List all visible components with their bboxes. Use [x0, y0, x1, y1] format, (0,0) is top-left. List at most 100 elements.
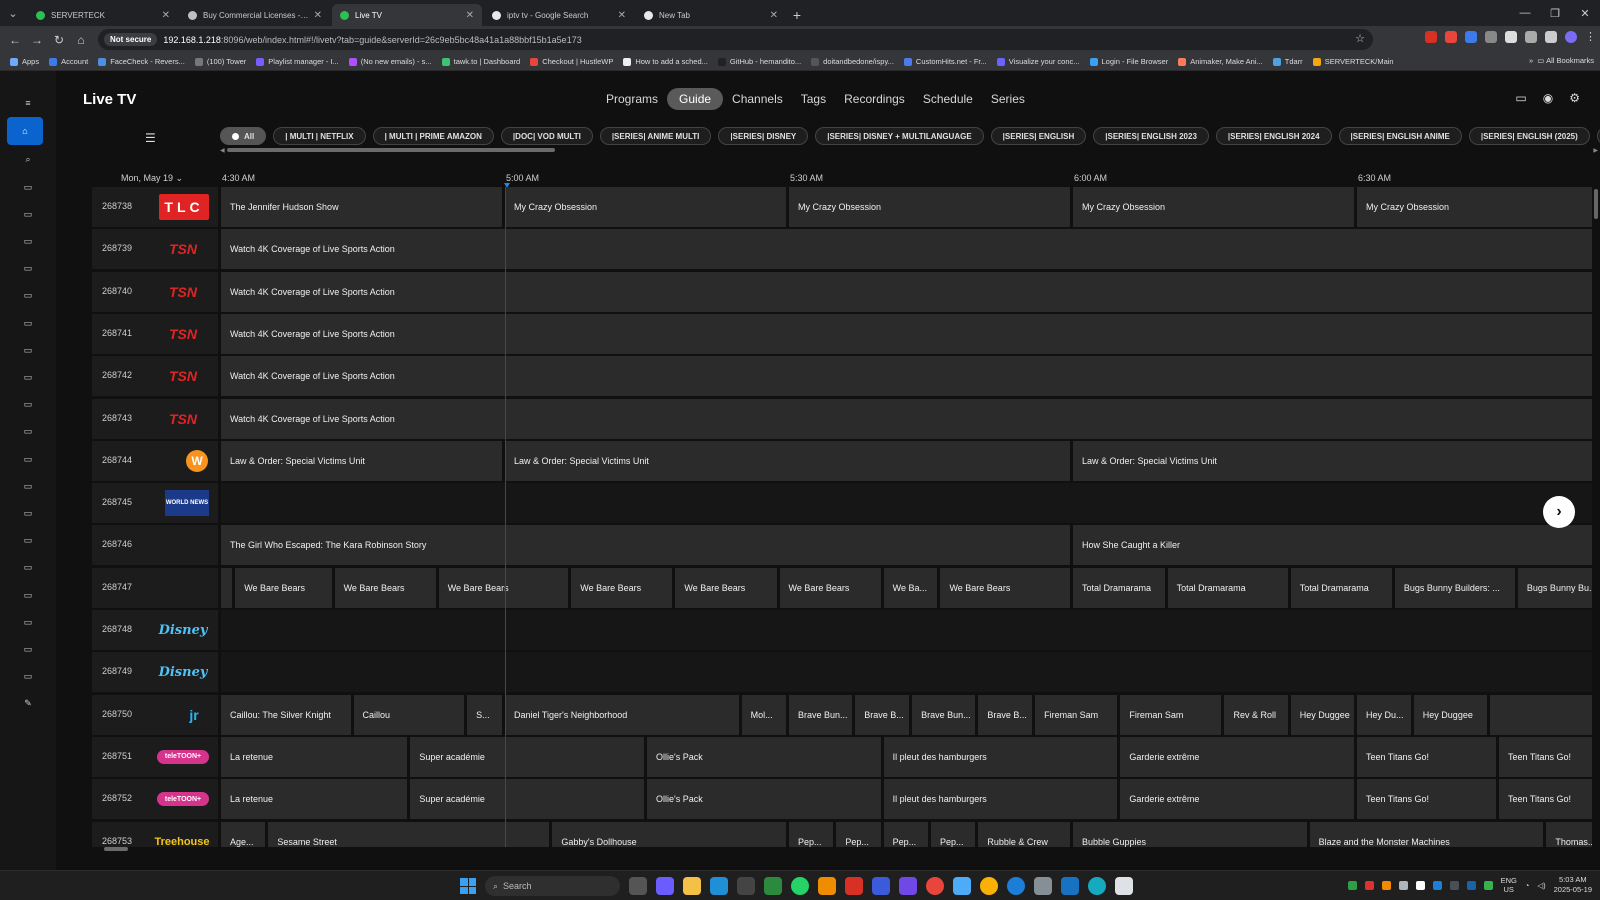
program-cell[interactable]: Bubble Guppies — [1073, 821, 1307, 847]
library-icon[interactable]: ▭ — [18, 503, 38, 523]
channel-cell[interactable]: 268751 teleTOON+ — [92, 736, 218, 777]
library-icon[interactable]: ▭ — [18, 177, 38, 197]
program-cell[interactable]: Law & Order: Special Victims Unit — [221, 440, 502, 481]
tab-schedule[interactable]: Schedule — [923, 92, 973, 106]
tray-icon[interactable] — [1415, 880, 1425, 890]
tab-search-icon[interactable]: ⌄ — [0, 0, 26, 26]
channel-group-chip[interactable]: |SERIES| DISNEY + MULTILANGUAGE — [815, 127, 984, 145]
library-icon[interactable]: ▭ — [18, 313, 38, 333]
volume-icon[interactable]: ◁) — [1537, 881, 1545, 890]
chrome-icon[interactable] — [980, 877, 998, 895]
channel-cell[interactable]: 268741 TSN — [92, 313, 218, 354]
library-icon[interactable]: ▭ — [18, 231, 38, 251]
guide-horizontal-scrollbar[interactable] — [104, 847, 128, 851]
program-cell[interactable]: The Girl Who Escaped: The Kara Robinson … — [221, 525, 1070, 566]
program-cell[interactable]: Il pleut des hamburgers — [883, 736, 1118, 777]
tray-icon[interactable] — [1483, 880, 1493, 890]
extension-icon[interactable] — [1505, 30, 1517, 43]
bookmark-item[interactable]: tawk.to | Dashboard — [441, 57, 520, 66]
bookmark-item[interactable]: How to add a sched... — [623, 57, 708, 66]
app-icon[interactable] — [818, 877, 836, 895]
app-icon[interactable] — [1115, 877, 1133, 895]
bookmark-star-icon[interactable]: ☆ — [1355, 32, 1365, 45]
library-icon[interactable]: ▭ — [18, 395, 38, 415]
tray-icon[interactable] — [1449, 880, 1459, 890]
program-cell[interactable]: Watch 4K Coverage of Live Sports Action — [221, 229, 1592, 270]
new-tab-button[interactable]: + — [786, 4, 808, 26]
search-icon[interactable]: ⌕ — [18, 149, 38, 169]
home-icon[interactable]: ⌂ — [7, 117, 43, 145]
channel-group-chip[interactable]: |SERIES| ENGLISH — [990, 127, 1087, 145]
program-cell[interactable]: Brave B... — [978, 694, 1033, 735]
program-cell[interactable]: Ollie's Pack — [647, 779, 881, 820]
program-cell[interactable]: My Crazy Obsession — [789, 187, 1070, 227]
channel-cell[interactable]: 268750 jr — [92, 694, 218, 735]
app-icon[interactable] — [1088, 877, 1106, 895]
program-cell[interactable]: Teen Titans Go! — [1357, 779, 1496, 820]
menu-icon[interactable]: ≡ — [18, 93, 38, 113]
channel-group-chip[interactable]: |SERIES| DISNEY — [718, 127, 809, 145]
program-cell[interactable]: Ollie's Pack — [647, 736, 881, 777]
tray-icon[interactable] — [1364, 880, 1374, 890]
tab-guide[interactable]: Guide — [667, 88, 724, 110]
program-cell[interactable]: Watch 4K Coverage of Live Sports Action — [221, 356, 1592, 397]
library-icon[interactable]: ▭ — [18, 531, 38, 551]
language-indicator[interactable]: ENG US — [1501, 876, 1517, 894]
library-icon[interactable]: ▭ — [18, 340, 38, 360]
app-icon[interactable] — [872, 877, 890, 895]
tray-icon[interactable] — [1466, 880, 1476, 890]
program-cell[interactable]: Sesame Street — [268, 821, 550, 847]
bluetooth-icon[interactable] — [1432, 880, 1442, 890]
program-cell[interactable]: Total Dramarama — [1167, 567, 1288, 608]
tab-programs[interactable]: Programs — [606, 92, 658, 106]
program-cell[interactable]: Brave B... — [855, 694, 910, 735]
bookmark-item[interactable]: FaceCheck - Revers... — [98, 57, 185, 66]
clock[interactable]: 5:03 AM 2025-05-19 — [1554, 875, 1592, 895]
program-cell[interactable]: La retenue — [221, 736, 408, 777]
library-icon[interactable]: ▭ — [18, 259, 38, 279]
wifi-icon[interactable]: ◔ — [1525, 881, 1530, 890]
program-cell[interactable]: Blaze and the Monster Machines — [1309, 821, 1544, 847]
bookmark-item[interactable]: doitandbedone/ispy... — [811, 57, 894, 66]
browser-menu-icon[interactable]: ⋮ — [1585, 30, 1596, 43]
channel-group-chip[interactable]: |DOC| VOD MULTI — [500, 127, 593, 145]
acrobat-icon[interactable] — [845, 877, 863, 895]
chrome-icon[interactable] — [926, 877, 944, 895]
extension-icon[interactable] — [1485, 30, 1497, 43]
program-cell[interactable]: Pep... — [789, 821, 834, 847]
word-icon[interactable] — [1061, 877, 1079, 895]
program-cell[interactable]: Hey Duggee — [1290, 694, 1354, 735]
program-cell[interactable]: Pep... — [836, 821, 881, 847]
program-cell[interactable] — [1489, 694, 1592, 735]
program-cell[interactable]: We Ba... — [883, 567, 938, 608]
bookmark-item[interactable]: Checkout | HustleWP — [530, 57, 613, 66]
program-cell[interactable]: Total Dramarama — [1073, 567, 1165, 608]
program-cell[interactable]: Brave Bun... — [912, 694, 976, 735]
library-icon[interactable]: ▭ — [18, 286, 38, 306]
file-explorer-icon[interactable] — [683, 877, 701, 895]
browser-tab[interactable]: Live TV ✕ — [332, 4, 482, 26]
program-cell[interactable]: Watch 4K Coverage of Live Sports Action — [221, 271, 1592, 312]
channel-cell[interactable]: 268753 Treehouse — [92, 821, 218, 847]
program-cell[interactable]: Age... — [221, 821, 266, 847]
program-cell[interactable]: We Bare Bears — [438, 567, 569, 608]
tab-tags[interactable]: Tags — [801, 92, 826, 106]
bookmark-item[interactable]: Apps — [10, 57, 39, 66]
program-cell[interactable]: Bugs Bunny Builders: ... — [1394, 567, 1515, 608]
bookmark-item[interactable]: Visualize your conc... — [996, 57, 1080, 66]
shield-extension-icon[interactable] — [1465, 30, 1477, 43]
program-cell[interactable]: Teen Titans Go! — [1499, 736, 1592, 777]
channel-group-chip[interactable]: |SERIES| ENGLISH ANIME — [1338, 127, 1462, 145]
bookmark-item[interactable]: (No new emails) - s... — [348, 57, 432, 66]
program-cell[interactable]: We Bare Bears — [940, 567, 1070, 608]
program-cell[interactable]: Garderie extrême — [1120, 779, 1354, 820]
program-cell[interactable]: Caillou: The Silver Knight — [221, 694, 351, 735]
puzzle-icon[interactable] — [1525, 30, 1537, 43]
channel-cell[interactable]: 268738 TLC — [92, 187, 218, 227]
bookmark-item[interactable]: Animaker, Make Ani... — [1178, 57, 1263, 66]
program-cell[interactable]: Teen Titans Go! — [1357, 736, 1496, 777]
browser-tab[interactable]: iptv tv - Google Search ✕ — [484, 4, 634, 26]
program-cell[interactable]: Caillou — [353, 694, 465, 735]
app-icon[interactable] — [899, 877, 917, 895]
program-cell[interactable]: Bugs Bunny Bu... — [1517, 567, 1592, 608]
